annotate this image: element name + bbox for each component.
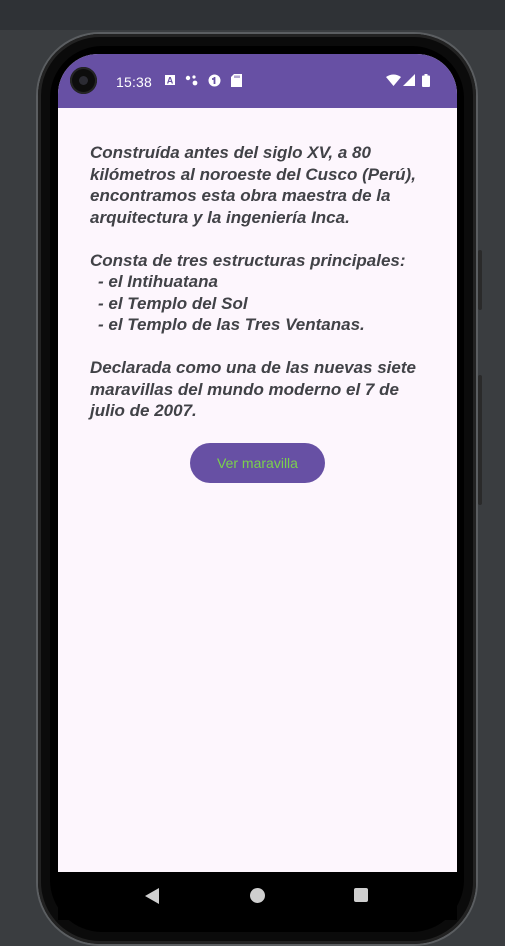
assistant-dots-icon [185,74,199,90]
structure-item-tres-ventanas: - el Templo de las Tres Ventanas. [98,315,365,334]
recents-icon[interactable] [354,888,368,902]
ver-maravilla-button[interactable]: Ver maravilla [190,443,325,483]
power-button [478,375,482,505]
status-time: 15:38 [116,74,153,90]
battery-icon [422,74,430,91]
status-bar: 15:38 A [58,54,457,108]
wonder-paragraph: Declarada como una de las nuevas siete m… [90,358,416,420]
structure-item-templo-sol: - el Templo del Sol [98,293,248,313]
structure-item-intihuatana: - el Intihuatana [98,272,218,291]
font-a-icon: A [165,74,175,90]
description-text: Construída antes del siglo XV, a 80 kiló… [90,142,430,422]
camera-cutout [70,67,97,94]
sd-card-icon [231,74,242,91]
app-screen: 15:38 A Construída antes del siglo XV, a… [58,54,457,872]
back-icon[interactable] [145,888,159,904]
navigation-bar [58,872,457,920]
svg-text:A: A [167,76,174,86]
sync-icon [208,74,221,91]
signal-icon [403,74,415,90]
volume-button [478,250,482,310]
home-icon[interactable] [250,888,265,903]
history-paragraph: Construída antes del siglo XV, a 80 kiló… [90,143,416,227]
wifi-icon [386,74,401,90]
emulator-top-bar [0,0,505,30]
structures-intro: Consta de tres estructuras principales: [90,250,406,270]
